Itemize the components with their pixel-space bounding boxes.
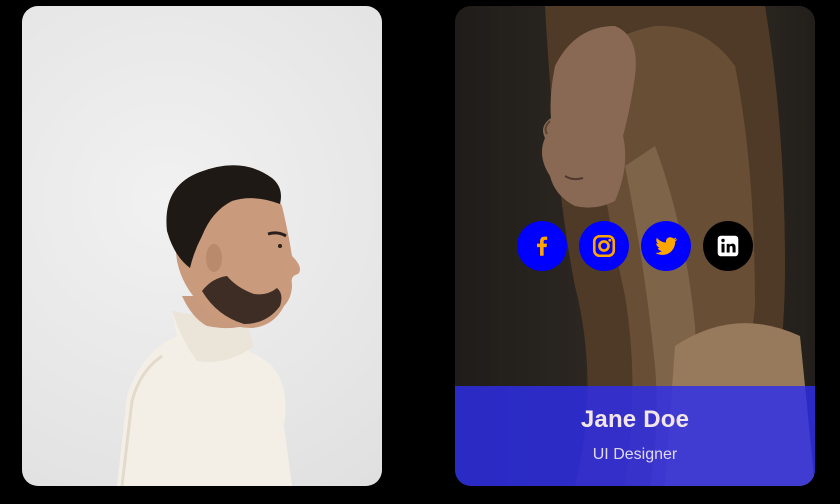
member-name: Jane Doe [580,406,690,433]
linkedin-icon [717,235,739,257]
member-info-panel: Jane Doe UI Designer [455,386,815,486]
team-card-2[interactable]: Jane Doe UI Designer [455,6,815,486]
twitter-button[interactable] [641,221,691,271]
facebook-icon [537,236,548,256]
facebook-button[interactable] [517,221,567,271]
team-card-1[interactable] [22,6,382,486]
social-links [517,221,753,271]
team-cards-stage: Jane Doe UI Designer [0,0,840,504]
linkedin-button[interactable] [703,221,753,271]
twitter-icon [655,237,678,255]
instagram-icon [592,234,616,258]
man-profile-photo [22,6,382,486]
instagram-button[interactable] [579,221,629,271]
member-role: UI Designer [592,446,678,463]
